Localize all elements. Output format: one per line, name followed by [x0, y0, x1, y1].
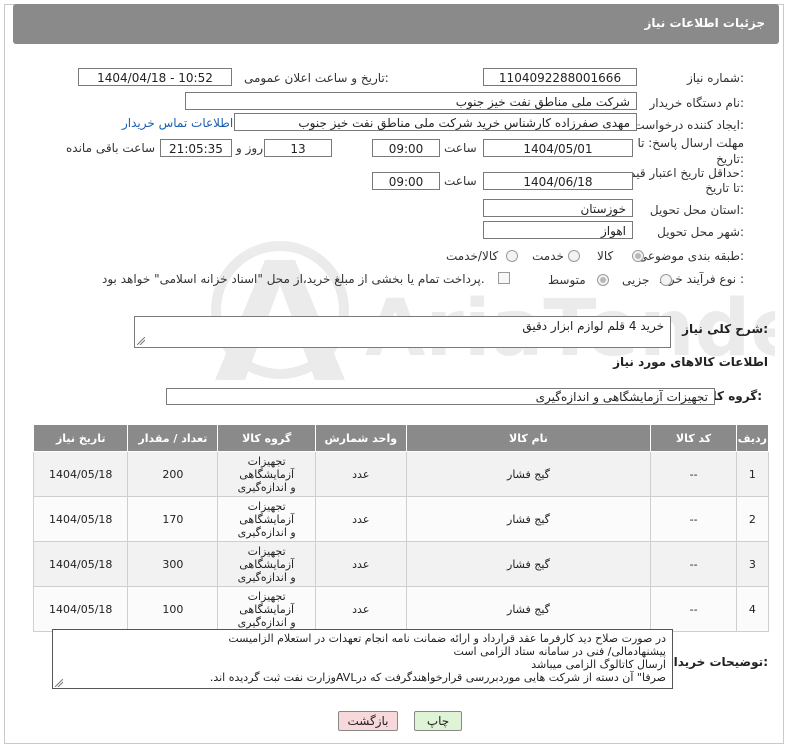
remaining-time-field: 21:05:35	[160, 139, 232, 157]
buyer-notes-line: پیشنهادمالی/ فنی در سامانه ستاد الزامی ا…	[453, 645, 666, 658]
process-option-medium: متوسط	[548, 273, 586, 287]
deadline-time-label: ساعت	[444, 141, 477, 155]
days-label: روز و	[236, 141, 263, 155]
cell-date: 1404/05/18	[32, 586, 129, 632]
cell-unit: عدد	[315, 586, 407, 632]
table-row: 2 -- گیج فشار عدد تجهیزات آزمایشگاهی و ا…	[32, 496, 770, 542]
cell-qty: 200	[127, 451, 219, 497]
goods-group-field: تجهیزات آزمایشگاهی و اندازه‌گیری	[166, 388, 715, 405]
col-row-header: ردیف	[735, 424, 770, 452]
cell-row: 2	[735, 496, 770, 542]
city-label: شهر محل تحویل:	[657, 225, 744, 239]
cell-name: گیج فشار	[405, 451, 652, 497]
cell-qty: 170	[127, 496, 219, 542]
table-header-row: ردیف کد کالا نام کالا واحد شمارش گروه کا…	[32, 424, 770, 452]
buyer-notes-line: ارسال کاتالوگ الزامی میباشد	[531, 658, 666, 671]
need-number-label: شماره نیاز:	[686, 71, 744, 85]
col-unit-header: واحد شمارش	[315, 424, 407, 452]
cell-code: --	[650, 541, 737, 587]
announce-field: 1404/04/18 - 10:52	[78, 68, 232, 86]
payment-note: پرداخت تمام یا بخشی از مبلغ خرید،از محل …	[102, 272, 485, 286]
cell-name: گیج فشار	[405, 541, 652, 587]
need-number-field: 1104092288001666	[483, 68, 637, 86]
province-field: خوزستان	[483, 199, 633, 217]
cell-qty: 300	[127, 541, 219, 587]
deadline-date-field: 1404/05/01	[483, 139, 633, 157]
cell-group: تجهیزات آزمایشگاهی و اندازه‌گیری	[217, 496, 317, 542]
items-table: ردیف کد کالا نام کالا واحد شمارش گروه کا…	[32, 424, 770, 632]
process-option-minor: جزیی	[622, 273, 650, 287]
cell-code: --	[650, 451, 737, 497]
deadline-label-1: مهلت ارسال پاسخ: تا	[637, 136, 744, 150]
category-radio-goods[interactable]	[632, 250, 644, 262]
buyer-notes-line: صرفا" آن دسته از شرکت هایی موردبررسی قرا…	[209, 671, 666, 684]
description-label: شرح کلی نیاز:	[682, 322, 768, 336]
cell-code: --	[650, 586, 737, 632]
cell-row: 3	[735, 541, 770, 587]
days-field: 13	[264, 139, 332, 157]
category-option-goods: کالا	[597, 249, 614, 263]
cell-code: --	[650, 496, 737, 542]
contact-info-link[interactable]: اطلاعات تماس خریدار	[122, 116, 233, 130]
goods-info-title: اطلاعات کالاهای مورد نیاز	[613, 355, 768, 369]
cell-name: گیج فشار	[405, 586, 652, 632]
print-button[interactable]: چاپ	[414, 711, 462, 731]
city-field: اهواز	[483, 221, 633, 239]
cell-unit: عدد	[315, 451, 407, 497]
validity-date-field: 1404/06/18	[483, 172, 633, 190]
cell-row: 4	[735, 586, 770, 632]
buyer-notes-label: توضیحات خریدار:	[666, 655, 768, 669]
creator-label: ایجاد کننده درخواست:	[633, 118, 744, 132]
cell-unit: عدد	[315, 496, 407, 542]
category-radio-service[interactable]	[568, 250, 580, 262]
category-option-service: خدمت	[532, 249, 564, 263]
validity-label-1: حداقل تاریخ اعتبار قیمت:	[617, 166, 744, 180]
notes-resize-handle-icon[interactable]	[55, 679, 63, 687]
deadline-label-2: تاریخ:	[716, 152, 744, 166]
description-field: خرید 4 قلم لوازم ابزار دقیق	[134, 316, 671, 348]
buyer-notes-field: در صورت صلاح دید کارفرما عقد قرارداد و ا…	[52, 629, 673, 689]
validity-label-2: تا تاریخ:	[705, 181, 744, 195]
resize-handle-icon[interactable]	[137, 337, 145, 345]
buyer-org-label: نام دستگاه خریدار:	[649, 96, 745, 110]
province-label: استان محل تحویل:	[649, 203, 744, 217]
cell-date: 1404/05/18	[32, 496, 129, 542]
process-radio-minor[interactable]	[660, 274, 672, 286]
creator-field: مهدی صفرزاده کارشناس خرید شرکت ملی مناطق…	[234, 113, 637, 131]
validity-time-label: ساعت	[444, 174, 477, 188]
cell-group: تجهیزات آزمایشگاهی و اندازه‌گیری	[217, 586, 317, 632]
category-radio-both[interactable]	[506, 250, 518, 262]
cell-date: 1404/05/18	[32, 541, 129, 587]
table-row: 4 -- گیج فشار عدد تجهیزات آزمایشگاهی و ا…	[32, 586, 770, 632]
cell-unit: عدد	[315, 541, 407, 587]
table-row: 1 -- گیج فشار عدد تجهیزات آزمایشگاهی و ا…	[32, 451, 770, 497]
back-button[interactable]: بازگشت	[338, 711, 398, 731]
buyer-notes-line: در صورت صلاح دید کارفرما عقد قرارداد و ا…	[228, 632, 666, 645]
cell-name: گیج فشار	[405, 496, 652, 542]
process-radio-medium[interactable]	[597, 274, 609, 286]
col-code-header: کد کالا	[650, 424, 737, 452]
col-date-header: تاریخ نیاز	[32, 424, 129, 452]
table-row: 3 -- گیج فشار عدد تجهیزات آزمایشگاهی و ا…	[32, 541, 770, 587]
col-qty-header: تعداد / مقدار	[127, 424, 219, 452]
page-header: جزئیات اطلاعات نیاز	[13, 4, 779, 44]
deadline-time-field: 09:00	[372, 139, 440, 157]
validity-time-field: 09:00	[372, 172, 440, 190]
buyer-org-field: شرکت ملی مناطق نفت خیز جنوب	[185, 92, 637, 110]
payment-checkbox[interactable]	[498, 272, 510, 284]
announce-label: تاریخ و ساعت اعلان عمومی:	[244, 71, 389, 85]
col-group-header: گروه کالا	[217, 424, 317, 452]
cell-qty: 100	[127, 586, 219, 632]
remaining-label: ساعت باقی مانده	[66, 141, 156, 155]
cell-group: تجهیزات آزمایشگاهی و اندازه‌گیری	[217, 541, 317, 587]
col-name-header: نام کالا	[405, 424, 652, 452]
category-label: طبقه بندی موضوعی:	[637, 249, 744, 263]
category-option-both: کالا/خدمت	[446, 249, 499, 263]
cell-group: تجهیزات آزمایشگاهی و اندازه‌گیری	[217, 451, 317, 497]
page-title: جزئیات اطلاعات نیاز	[644, 16, 765, 30]
cell-date: 1404/05/18	[32, 451, 129, 497]
cell-row: 1	[735, 451, 770, 497]
